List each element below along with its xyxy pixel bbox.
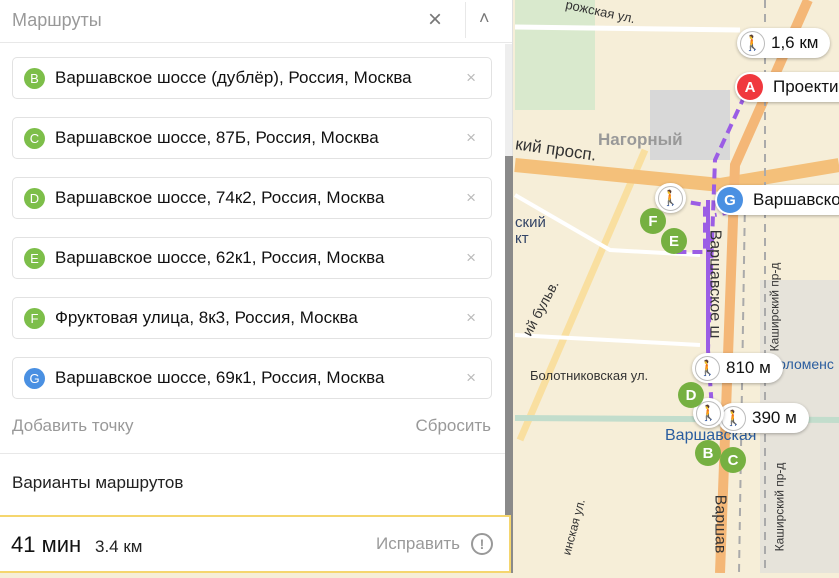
- route-point-field[interactable]: D Варшавское шоссе, 74к2, Россия, Москва ×: [12, 177, 492, 219]
- point-badge: G: [24, 367, 45, 389]
- route-point-field[interactable]: E Варшавское шоссе, 62к1, Россия, Москва ×: [12, 237, 492, 279]
- point-badge: F: [24, 307, 45, 329]
- pin-f[interactable]: F: [640, 208, 666, 234]
- pin-g[interactable]: G: [717, 187, 743, 213]
- walk-icon: 🚶: [740, 30, 765, 56]
- add-point-button[interactable]: Добавить точку: [12, 416, 134, 436]
- pin-b[interactable]: B: [695, 440, 721, 466]
- divider: [0, 453, 505, 454]
- walk-icon: 🚶: [721, 405, 746, 431]
- route-point-field[interactable]: F Фруктовая улица, 8к3, Россия, Москва ×: [12, 297, 492, 339]
- route-point-input[interactable]: Варшавское шоссе, 87Б, Россия, Москва: [55, 128, 466, 148]
- walk-distance-pill[interactable]: 🚶 1,6 км: [737, 28, 831, 58]
- point-badge: C: [24, 127, 45, 149]
- street-label: ский: [515, 214, 546, 231]
- route-point-field[interactable]: B Варшавское шоссе (дублёр), Россия, Моск…: [12, 57, 492, 99]
- pin-a[interactable]: A: [737, 74, 763, 100]
- point-badge: E: [24, 247, 45, 269]
- scrollbar-track[interactable]: [505, 44, 512, 156]
- street-label: Варшавское ш: [706, 229, 724, 339]
- pin-d[interactable]: D: [678, 382, 704, 408]
- route-distance: 3.4 км: [95, 537, 143, 556]
- distance-label: 1,6 км: [771, 33, 819, 52]
- point-badge: D: [24, 187, 45, 209]
- walk-distance-pill[interactable]: 🚶 810 м: [692, 353, 783, 383]
- point-label: Варшавско: [753, 190, 839, 209]
- route-option[interactable]: 41 мин 3.4 км Исправить !: [0, 515, 511, 573]
- remove-point-icon[interactable]: ×: [466, 248, 476, 268]
- fix-route-link[interactable]: Исправить: [376, 534, 460, 554]
- scrollbar-thumb[interactable]: [505, 156, 513, 573]
- route-point-field[interactable]: C Варшавское шоссе, 87Б, Россия, Москва ×: [12, 117, 492, 159]
- street-label: кт: [515, 230, 529, 247]
- route-point-input[interactable]: Варшавское шоссе, 69к1, Россия, Москва: [55, 368, 466, 388]
- chevron-up-icon[interactable]: ˄: [479, 8, 490, 29]
- walk-icon: 🚶: [658, 185, 683, 211]
- walk-icon: 🚶: [695, 355, 720, 381]
- route-point-field[interactable]: G Варшавское шоссе, 69к1, Россия, Москва ×: [12, 357, 492, 399]
- route-time: 41 мин: [11, 532, 82, 557]
- distance-label: 390 м: [752, 408, 797, 427]
- street-label: Варшав: [711, 494, 729, 554]
- pin-c[interactable]: C: [720, 447, 746, 473]
- route-point-input[interactable]: Фруктовая улица, 8к3, Россия, Москва: [55, 308, 466, 328]
- street-label: Каширский пр-д: [772, 462, 787, 552]
- warning-icon[interactable]: !: [471, 533, 493, 555]
- remove-point-icon[interactable]: ×: [466, 188, 476, 208]
- pin-e[interactable]: E: [661, 228, 687, 254]
- remove-point-icon[interactable]: ×: [466, 68, 476, 88]
- route-point-input[interactable]: Варшавское шоссе, 74к2, Россия, Москва: [55, 188, 466, 208]
- walk-distance-pill[interactable]: 🚶 390 м: [718, 403, 809, 433]
- remove-point-icon[interactable]: ×: [466, 308, 476, 328]
- divider: [465, 2, 466, 38]
- remove-point-icon[interactable]: ×: [466, 128, 476, 148]
- point-label: Проекти: [773, 77, 839, 96]
- remove-point-icon[interactable]: ×: [466, 368, 476, 388]
- point-badge: B: [24, 67, 45, 89]
- distance-label: 810 м: [726, 358, 771, 377]
- walk-pin[interactable]: 🚶: [655, 183, 686, 213]
- street-label: Каширский пр-д: [767, 262, 782, 352]
- street-label: Болотниковская ул.: [530, 368, 649, 383]
- district-label: Нагорный: [598, 130, 683, 149]
- panel-title: Маршруты: [12, 10, 102, 30]
- routes-panel: Маршруты × ˄ B Варшавское шоссе (дублёр),…: [0, 0, 513, 573]
- reset-button[interactable]: Сбросить: [415, 416, 491, 436]
- route-variants-heading: Варианты маршрутов: [12, 473, 184, 492]
- panel-header: Маршруты × ˄: [0, 0, 512, 43]
- route-point-input[interactable]: Варшавское шоссе (дублёр), Россия, Москв…: [55, 68, 466, 88]
- route-point-input[interactable]: Варшавское шоссе, 62к1, Россия, Москва: [55, 248, 466, 268]
- close-icon[interactable]: ×: [428, 6, 442, 34]
